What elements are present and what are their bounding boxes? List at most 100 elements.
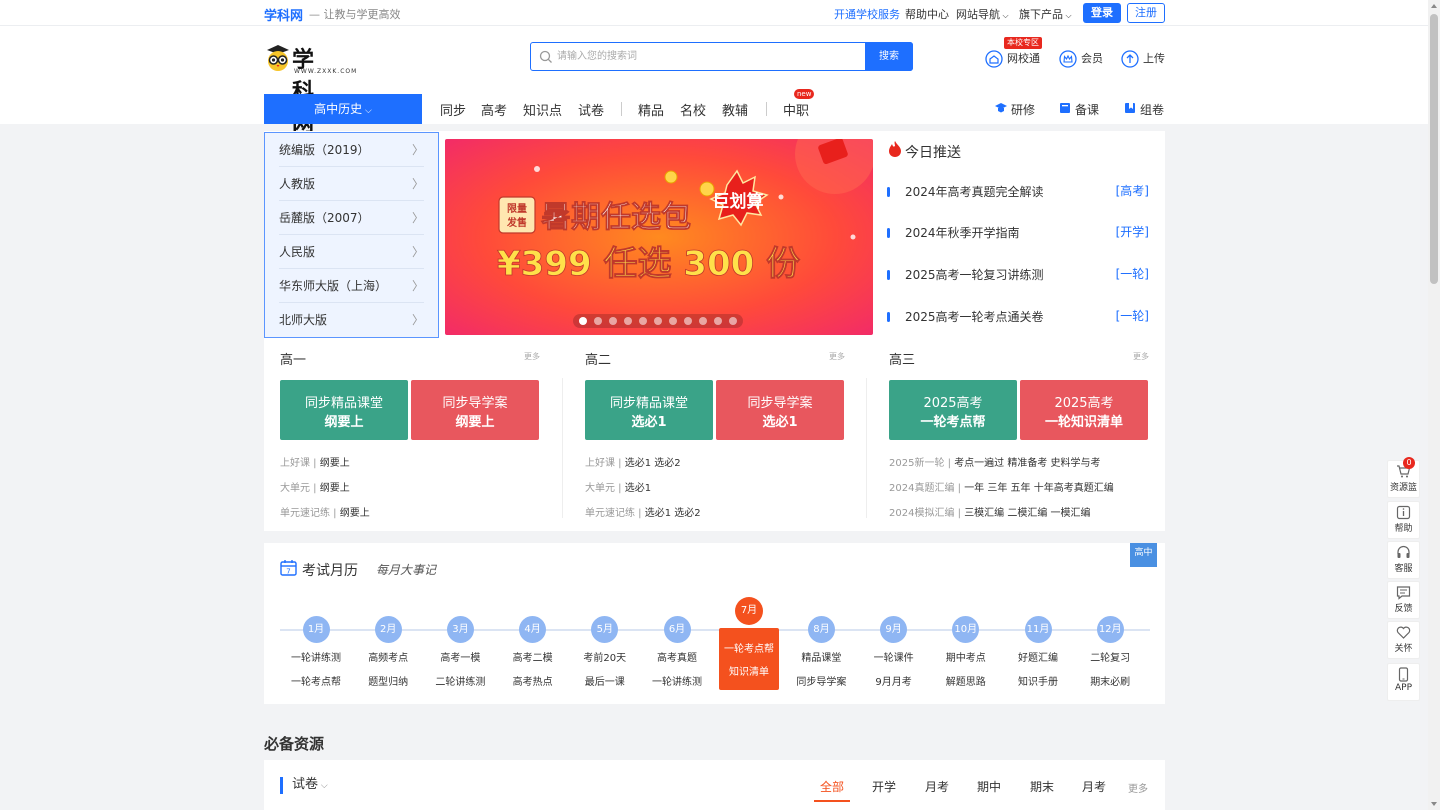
- grade-card[interactable]: 2025高考 一轮考点帮: [889, 380, 1017, 440]
- carousel-dot[interactable]: [594, 317, 602, 325]
- resource-type-dropdown[interactable]: 试卷 ⌵: [280, 777, 328, 794]
- month-topic-2[interactable]: 题型归纳: [352, 673, 424, 688]
- month-topic-2[interactable]: 高考热点: [497, 673, 569, 688]
- month-topic-1[interactable]: 高考一模: [424, 649, 496, 664]
- month-item[interactable]: 11月 好题汇编 知识手册: [1002, 616, 1074, 688]
- month-topic-1[interactable]: 一轮讲练测: [280, 649, 352, 664]
- nav-item-premium[interactable]: 精品: [638, 100, 664, 119]
- month-item[interactable]: 5月 考前20天 最后一课: [569, 616, 641, 688]
- month-topic-2[interactable]: 同步导学案: [785, 673, 857, 688]
- filter-tab-monthly-2[interactable]: 月考: [1082, 778, 1106, 795]
- more-link[interactable]: 更多: [1133, 351, 1149, 362]
- month-topic-2[interactable]: 一轮讲练测: [641, 673, 713, 688]
- month-topic-2[interactable]: 最后一课: [569, 673, 641, 688]
- month-topic-1[interactable]: 二轮复习: [1074, 649, 1146, 664]
- login-button[interactable]: 登录: [1083, 3, 1121, 23]
- filter-tab-final[interactable]: 期末: [1030, 778, 1054, 795]
- nav-item-knowledge[interactable]: 知识点: [523, 100, 562, 119]
- more-link[interactable]: 更多: [829, 351, 845, 362]
- nav-item-papers[interactable]: 试卷: [578, 100, 604, 119]
- month-item[interactable]: 3月 高考一模 二轮讲练测: [424, 616, 496, 688]
- more-link[interactable]: 更多: [1128, 780, 1148, 795]
- month-item-active[interactable]: 7月 一轮考点帮 知识清单: [719, 597, 779, 690]
- more-link[interactable]: 更多: [524, 351, 540, 362]
- category-item[interactable]: 统编版（2019） 〉: [279, 133, 424, 167]
- month-topic-2[interactable]: 期末必刷: [1074, 673, 1146, 688]
- search-button[interactable]: 搜索: [865, 42, 913, 71]
- carousel-dot[interactable]: [654, 317, 662, 325]
- nav-right-training[interactable]: 研修: [995, 101, 1035, 118]
- register-button[interactable]: 注册: [1127, 3, 1165, 23]
- category-item[interactable]: 北师大版 〉: [279, 303, 424, 337]
- products-link[interactable]: 旗下产品 ⌵: [1019, 6, 1072, 22]
- month-topic-2[interactable]: 二轮讲练测: [424, 673, 496, 688]
- customer-service-button[interactable]: 客服: [1387, 541, 1420, 579]
- carousel-dot[interactable]: [579, 317, 587, 325]
- month-item[interactable]: 2月 高频考点 题型归纳: [352, 616, 424, 688]
- subject-selector[interactable]: 高中历史 ⌵: [264, 94, 422, 124]
- month-item[interactable]: 8月 精品课堂 同步导学案: [785, 616, 857, 688]
- help-center-link[interactable]: 帮助中心: [905, 6, 949, 22]
- month-item[interactable]: 6月 高考真题 一轮讲练测: [641, 616, 713, 688]
- carousel-dot[interactable]: [714, 317, 722, 325]
- month-topic-1[interactable]: 考前20天: [569, 649, 641, 664]
- nav-item-sync[interactable]: 同步: [440, 100, 466, 119]
- category-item[interactable]: 人教版 〉: [279, 167, 424, 201]
- scroll-down-arrow-icon[interactable]: [1431, 802, 1437, 806]
- scrollbar-thumb[interactable]: [1430, 14, 1438, 284]
- site-nav-link[interactable]: 网站导航 ⌵: [956, 6, 1009, 22]
- month-topic-1[interactable]: 期中考点: [930, 649, 1002, 664]
- grade-card[interactable]: 同步导学案 纲要上: [411, 380, 539, 440]
- carousel-dot[interactable]: [729, 317, 737, 325]
- help-button[interactable]: 帮助: [1387, 501, 1420, 539]
- grade-card[interactable]: 同步导学案 选必1: [716, 380, 844, 440]
- filter-tab-monthly[interactable]: 月考: [925, 778, 949, 795]
- grade-card[interactable]: 2025高考 一轮知识清单: [1020, 380, 1148, 440]
- carousel-dot[interactable]: [669, 317, 677, 325]
- resource-line[interactable]: 2025新一轮 | 考点一遍过 精准备考 史料学与考: [889, 454, 1101, 469]
- resource-line[interactable]: 2024真题汇编 | 一年 三年 五年 十年高考真题汇编: [889, 479, 1114, 494]
- nav-item-vocational[interactable]: 中职: [783, 100, 809, 119]
- resource-line[interactable]: 大单元 | 选必1: [585, 479, 651, 494]
- resource-line[interactable]: 单元速记练 | 纲要上: [280, 504, 370, 519]
- scroll-up-arrow-icon[interactable]: [1431, 4, 1437, 8]
- month-topic-2[interactable]: 解题思路: [930, 673, 1002, 688]
- app-download-button[interactable]: APP: [1387, 663, 1420, 701]
- resource-line[interactable]: 上好课 | 选必1 选必2: [585, 454, 681, 469]
- feedback-button[interactable]: 反馈: [1387, 581, 1420, 619]
- carousel-dot[interactable]: [624, 317, 632, 325]
- category-item[interactable]: 人民版 〉: [279, 235, 424, 269]
- carousel-dot[interactable]: [684, 317, 692, 325]
- nav-item-tutoring[interactable]: 教辅: [722, 100, 748, 119]
- month-item[interactable]: 12月 二轮复习 期末必刷: [1074, 616, 1146, 688]
- resource-line[interactable]: 2024模拟汇编 | 三模汇编 二模汇编 一模汇编: [889, 504, 1091, 519]
- resource-line[interactable]: 上好课 | 纲要上: [280, 454, 350, 469]
- month-item[interactable]: 9月 一轮课件 9月月考: [858, 616, 930, 688]
- month-item[interactable]: 1月 一轮讲练测 一轮考点帮: [280, 616, 352, 688]
- month-topic-2[interactable]: 知识手册: [1002, 673, 1074, 688]
- nav-right-compose[interactable]: 组卷: [1124, 101, 1164, 118]
- nav-item-gaokao[interactable]: 高考: [481, 100, 507, 119]
- month-topic-1[interactable]: 高频考点: [352, 649, 424, 664]
- category-item[interactable]: 华东师大版（上海） 〉: [279, 269, 424, 303]
- top-logo[interactable]: 学科网: [264, 5, 303, 24]
- resource-line[interactable]: 大单元 | 纲要上: [280, 479, 350, 494]
- month-item[interactable]: 10月 期中考点 解题思路: [930, 616, 1002, 688]
- month-topic-1[interactable]: 好题汇编: [1002, 649, 1074, 664]
- grade-card[interactable]: 同步精品课堂 纲要上: [280, 380, 408, 440]
- page-scrollbar[interactable]: [1428, 0, 1440, 810]
- month-topic-1[interactable]: 高考真题: [641, 649, 713, 664]
- today-item[interactable]: 2024年高考真题完全解读 [高考]: [887, 183, 1149, 201]
- month-topic-1[interactable]: 精品课堂: [785, 649, 857, 664]
- search-input[interactable]: 请输入您的搜索词: [557, 43, 862, 70]
- carousel-dot[interactable]: [609, 317, 617, 325]
- nav-item-famous-schools[interactable]: 名校: [680, 100, 706, 119]
- promo-banner[interactable]: 限量 发售 暑期任选包 巨划算 ¥399 任选 300 份: [445, 139, 873, 335]
- today-item[interactable]: 2025高考一轮复习讲练测 [一轮]: [887, 266, 1149, 284]
- filter-tab-semester-start[interactable]: 开学: [872, 778, 896, 795]
- filter-tab-midterm[interactable]: 期中: [977, 778, 1001, 795]
- resource-line[interactable]: 单元速记练 | 选必1 选必2: [585, 504, 701, 519]
- month-item[interactable]: 4月 高考二模 高考热点: [497, 616, 569, 688]
- carousel-dot[interactable]: [699, 317, 707, 325]
- grade-card[interactable]: 同步精品课堂 选必1: [585, 380, 713, 440]
